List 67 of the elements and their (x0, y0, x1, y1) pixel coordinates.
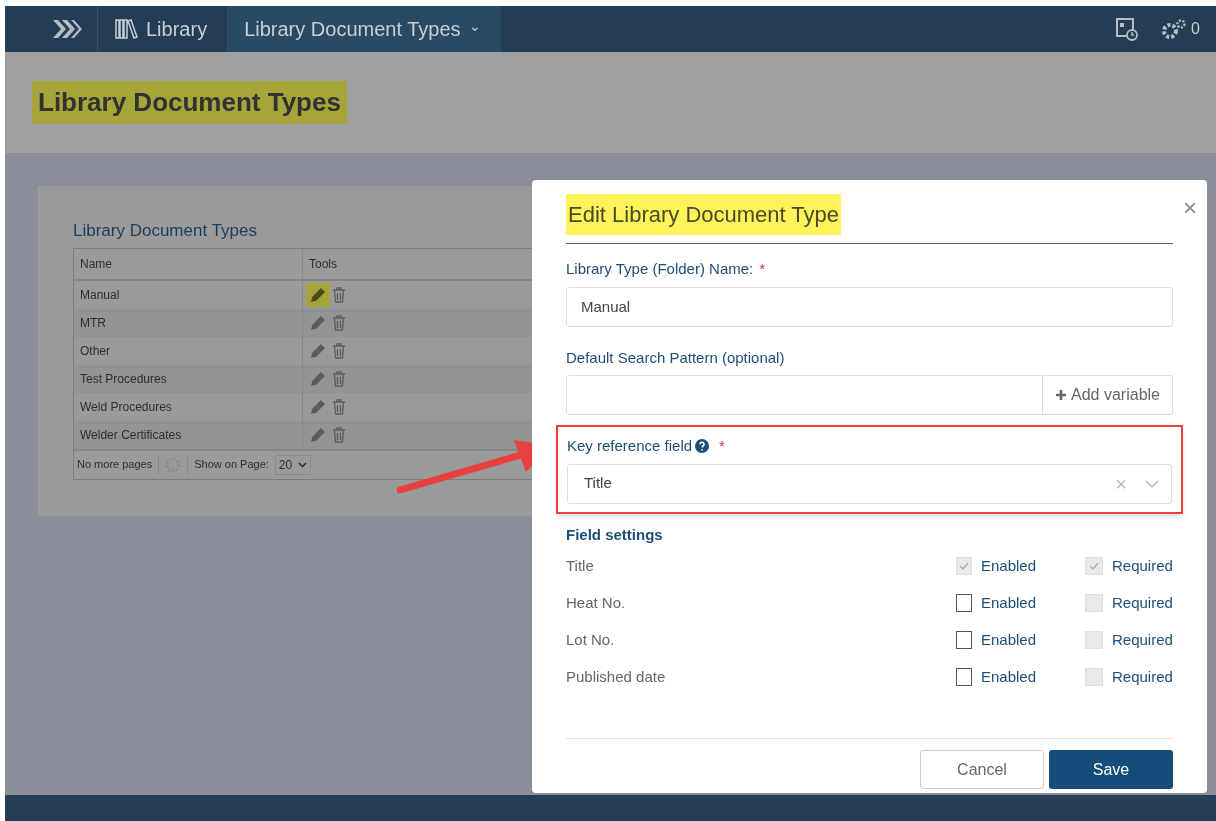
field-name: Published date (566, 666, 666, 687)
count-label: 0 (1191, 19, 1200, 39)
required-mark: * (759, 259, 766, 279)
name-cell-text: Test Procedures (79, 370, 168, 388)
checkbox[interactable] (956, 594, 972, 612)
required-mark: * (719, 436, 725, 456)
search-pattern-field[interactable] (566, 375, 1044, 415)
books-icon (114, 18, 138, 40)
name-cell-text: Weld Procedures (79, 398, 173, 416)
field-label: Library Type (Folder) Name: (566, 259, 754, 279)
chevron-down-icon[interactable] (1145, 478, 1159, 489)
pencil-icon (310, 426, 326, 443)
help-icon[interactable] (695, 439, 710, 454)
trash-icon[interactable] (332, 314, 346, 331)
trash-icon[interactable] (332, 370, 346, 387)
pencil-icon (310, 370, 326, 387)
calendar-clock-icon[interactable] (1115, 17, 1140, 41)
page-size-label: Show on Page: (194, 457, 269, 473)
cancel-button[interactable]: Cancel (920, 750, 1044, 789)
check-icon (1088, 560, 1100, 572)
chevron-down-icon (298, 461, 308, 468)
chevrons-icon[interactable] (51, 19, 83, 39)
checkbox-label: Required (1112, 592, 1173, 613)
field-label: Default Search Pattern (optional) (566, 347, 786, 368)
caret-icon: ⌄ (468, 15, 481, 37)
pencil-icon (310, 314, 326, 331)
pencil-icon (310, 398, 326, 415)
close-button[interactable]: × (1183, 196, 1197, 220)
checkbox[interactable] (956, 631, 972, 649)
pencil-icon (310, 286, 326, 303)
name-cell-text: MTR (79, 314, 107, 332)
trash-icon[interactable] (332, 398, 346, 415)
pagination-status: No more pages (77, 457, 153, 473)
checkbox-label: Enabled (980, 666, 1036, 687)
section-title: Field settings (566, 524, 664, 545)
dialog-title: Edit Library Document Type (566, 194, 842, 235)
checkbox-label: Required (1112, 666, 1173, 687)
checkbox[interactable] (956, 668, 972, 686)
name-cell-text: Welder Certificates (79, 426, 183, 444)
field-name: Title (566, 555, 594, 576)
trash-icon[interactable] (332, 426, 346, 443)
field-name: Lot No. (566, 629, 615, 650)
name-cell-text: Manual (79, 286, 121, 304)
page-size-select[interactable]: 20 (274, 454, 312, 475)
save-button[interactable]: Save (1049, 750, 1173, 789)
gears-icon[interactable] (1161, 18, 1188, 40)
key-reference-select[interactable]: Title × (567, 463, 1172, 504)
trash-icon[interactable] (332, 342, 346, 359)
name-field[interactable]: Manual (566, 286, 1173, 327)
checkbox-label: Required (1112, 555, 1173, 576)
name-cell-text: Other (79, 342, 111, 360)
table-title: Library Document Types (73, 220, 258, 242)
checkbox-label: Required (1112, 629, 1173, 650)
page-title: Library Document Types (32, 81, 347, 124)
field-label: Key reference field (567, 436, 693, 456)
column-header: Name (79, 255, 113, 273)
pencil-icon (310, 342, 326, 359)
add-variable-button[interactable]: Add variable (1043, 375, 1173, 415)
checkbox-label: Enabled (980, 629, 1036, 650)
trash-icon[interactable] (332, 286, 346, 303)
check-icon (957, 560, 970, 572)
plus-icon (1055, 389, 1068, 401)
edit-button[interactable] (306, 282, 330, 307)
checkbox-label: Enabled (980, 592, 1036, 613)
checkbox-label: Enabled (980, 555, 1036, 576)
breadcrumb[interactable]: Library Document Types ⌄ (227, 6, 501, 52)
field-name: Heat No. (566, 592, 626, 613)
